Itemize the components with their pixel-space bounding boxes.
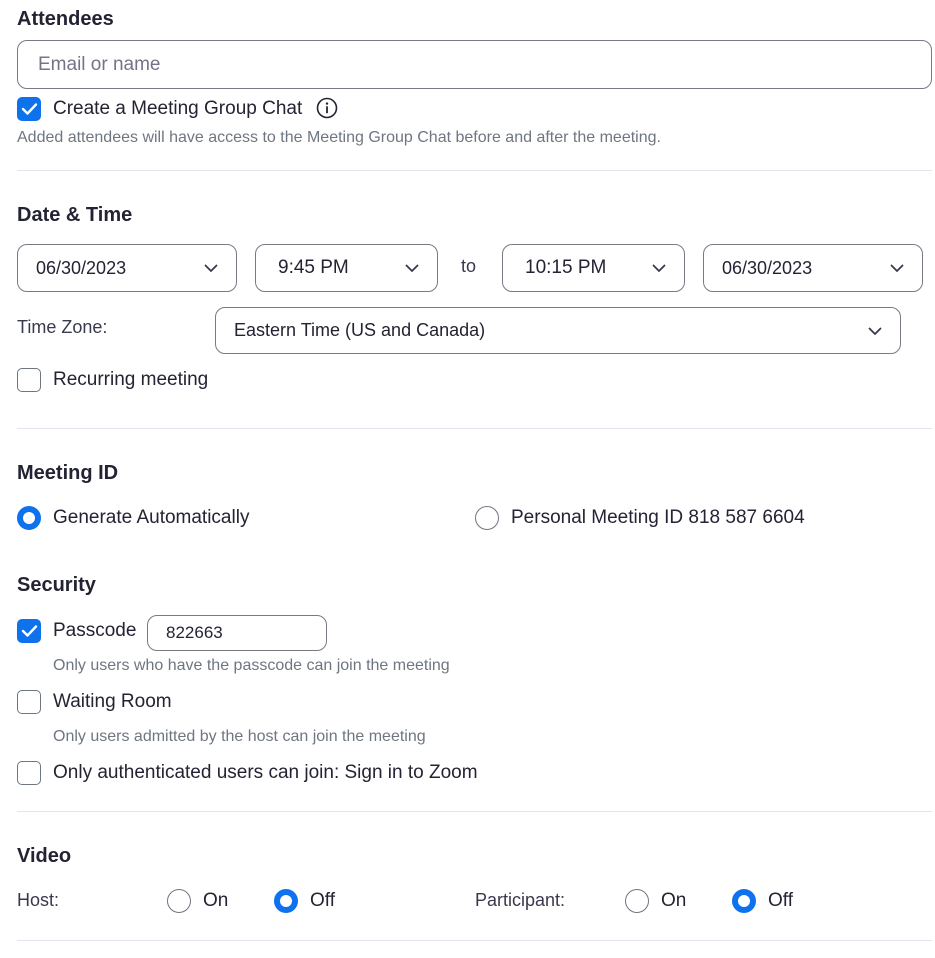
host-off-label[interactable]: Off: [310, 890, 335, 912]
attendees-title: Attendees: [17, 8, 114, 30]
timezone-value: Eastern Time (US and Canada): [234, 320, 486, 340]
host-on-radio[interactable]: [167, 889, 191, 913]
chevron-down-icon: [405, 264, 419, 272]
divider: [17, 170, 932, 171]
end-date-select[interactable]: 06/30/2023: [703, 244, 923, 292]
end-date-value: 06/30/2023: [722, 257, 813, 278]
checkmark-icon: [21, 103, 38, 115]
passcode-label[interactable]: Passcode: [53, 620, 136, 642]
video-title: Video: [17, 845, 72, 867]
start-time-value: 9:45 PM: [278, 257, 349, 278]
security-title: Security: [17, 574, 96, 596]
passcode-checkbox[interactable]: [17, 619, 41, 643]
waiting-room-label[interactable]: Waiting Room: [53, 691, 172, 713]
generate-automatically-radio[interactable]: [17, 506, 41, 530]
info-icon[interactable]: [316, 97, 338, 119]
meeting-id-title: Meeting ID: [17, 462, 119, 484]
timezone-select[interactable]: Eastern Time (US and Canada): [215, 307, 901, 354]
host-off-radio[interactable]: [274, 889, 298, 913]
personal-meeting-id-radio[interactable]: [475, 506, 499, 530]
recurring-label[interactable]: Recurring meeting: [53, 369, 208, 391]
participant-on-label[interactable]: On: [661, 890, 686, 912]
participant-off-label[interactable]: Off: [768, 890, 793, 912]
to-label: to: [461, 256, 477, 276]
passcode-input[interactable]: [147, 615, 327, 651]
timezone-label: Time Zone:: [17, 317, 108, 337]
end-time-value: 10:15 PM: [525, 257, 607, 278]
waiting-room-hint: Only users admitted by the host can join…: [53, 728, 426, 745]
start-date-value: 06/30/2023: [36, 257, 127, 278]
attendees-input[interactable]: [17, 40, 932, 89]
start-date-select[interactable]: 06/30/2023: [17, 244, 237, 292]
authenticated-users-label[interactable]: Only authenticated users can join: Sign …: [53, 762, 478, 784]
authenticated-users-checkbox[interactable]: [17, 761, 41, 785]
group-chat-hint: Added attendees will have access to the …: [17, 129, 661, 146]
divider: [17, 428, 932, 429]
host-on-label[interactable]: On: [203, 890, 228, 912]
group-chat-checkbox[interactable]: [17, 97, 41, 121]
passcode-hint: Only users who have the passcode can joi…: [53, 657, 450, 674]
chevron-down-icon: [868, 327, 882, 335]
group-chat-label[interactable]: Create a Meeting Group Chat: [53, 98, 302, 120]
end-time-select[interactable]: 10:15 PM: [502, 244, 685, 292]
waiting-room-checkbox[interactable]: [17, 690, 41, 714]
generate-automatically-label[interactable]: Generate Automatically: [53, 507, 249, 529]
chevron-down-icon: [652, 264, 666, 272]
participant-label: Participant:: [475, 890, 566, 910]
participant-off-radio[interactable]: [732, 889, 756, 913]
host-label: Host:: [17, 890, 60, 910]
participant-on-radio[interactable]: [625, 889, 649, 913]
divider: [17, 940, 932, 941]
checkmark-icon: [21, 625, 38, 637]
chevron-down-icon: [890, 264, 904, 272]
divider: [17, 811, 932, 812]
start-time-select[interactable]: 9:45 PM: [255, 244, 438, 292]
personal-meeting-id-label[interactable]: Personal Meeting ID 818 587 6604: [511, 507, 805, 529]
chevron-down-icon: [204, 264, 218, 272]
datetime-title: Date & Time: [17, 204, 133, 226]
recurring-checkbox[interactable]: [17, 368, 41, 392]
